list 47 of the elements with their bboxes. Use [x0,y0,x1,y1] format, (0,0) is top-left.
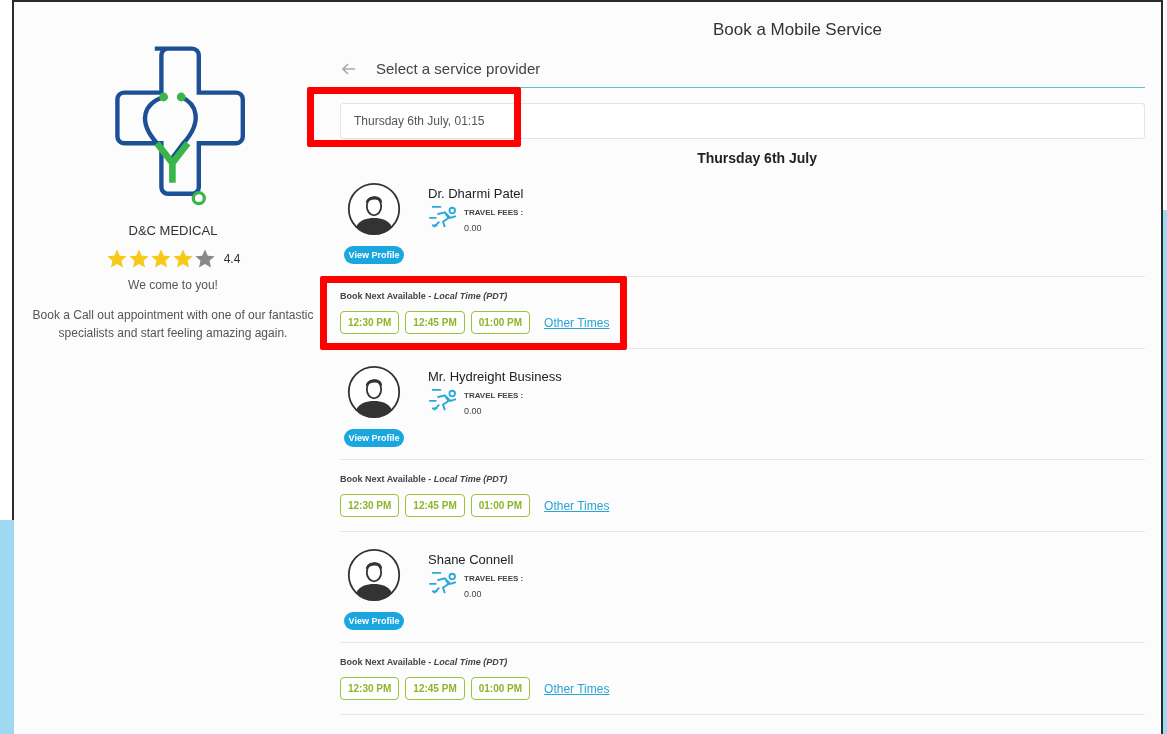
availability-label: Book Next Available - Local Time (PDT) [340,291,509,301]
travel-fees-value: 0.00 [464,223,483,233]
travel-fees-value: 0.00 [464,589,483,599]
view-profile-button[interactable]: View Profile [343,246,405,264]
time-slot-button[interactable]: 12:30 PM [340,677,400,700]
time-slot-button[interactable]: 12:45 PM [405,311,465,334]
other-times-link[interactable]: Other Times [544,498,610,513]
date-field[interactable]: Thursday 6th July, 01:15 [340,103,1145,139]
other-times-link[interactable]: Other Times [544,681,610,696]
view-profile-button[interactable]: View Profile [343,429,405,447]
step-title: Select a service provider [376,60,541,77]
time-slot-button[interactable]: 01:00 PM [470,311,531,334]
provider-name: Dr. Dharmi Patel [428,186,524,201]
travel-fees-value: 0.00 [464,406,483,416]
page-title: Book a Mobile Service [711,20,884,40]
travel-fees-label: TRAVEL FEES : [464,208,524,217]
star-icon [149,248,172,270]
availability-label: Book Next Available - Local Time (PDT) [340,474,509,484]
time-slot-button[interactable]: 12:30 PM [340,494,400,517]
star-icon [171,248,194,270]
travel-fees-label: TRAVEL FEES : [464,391,524,400]
rating-value: 4.4 [223,252,241,266]
avatar-icon [347,182,401,236]
availability-label: Book Next Available - Local Time (PDT) [340,657,509,667]
view-profile-button[interactable]: View Profile [343,612,405,630]
time-slot-button[interactable]: 12:45 PM [405,494,465,517]
clinic-name: D&C MEDICAL [128,223,218,238]
provider-name: Shane Connell [428,552,515,567]
tagline: We come to you! [128,278,218,292]
provider-name: Mr. Hydreight Business [428,369,562,384]
time-slot-button[interactable]: 12:30 PM [340,311,400,334]
running-person-icon [428,388,458,412]
clinic-description: Book a Call out appointment with one of our fantastic specialists and start feeling amazing again. [32,307,314,342]
time-slot-button[interactable]: 12:45 PM [405,677,465,700]
back-arrow-icon[interactable] [342,62,356,75]
running-person-icon [428,571,458,595]
other-times-link[interactable]: Other Times [544,315,610,330]
day-heading: Thursday 6th July [696,150,818,166]
star-icon [127,248,150,270]
star-icon [105,248,128,270]
time-slot-button[interactable]: 01:00 PM [470,677,531,700]
avatar-icon [347,365,401,419]
avatar-icon [347,548,401,602]
travel-fees-label: TRAVEL FEES : [464,574,524,583]
star-icon [193,248,216,270]
running-person-icon [428,205,458,229]
time-slot-button[interactable]: 01:00 PM [470,494,531,517]
